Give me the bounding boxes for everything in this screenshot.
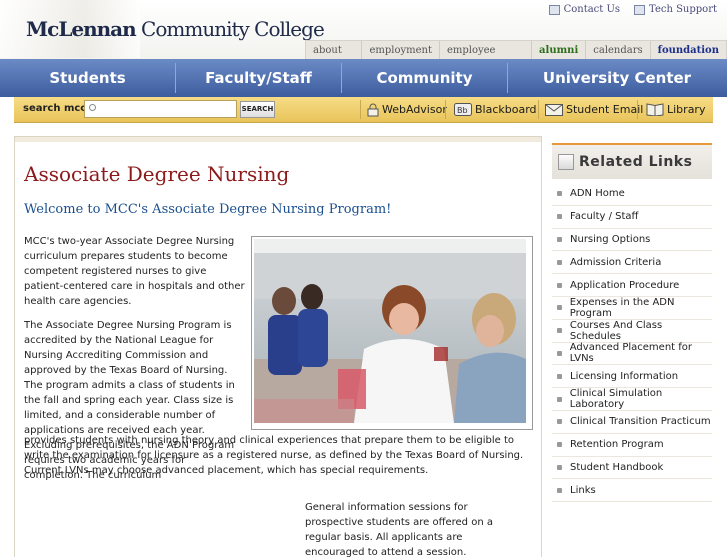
links-icon [558, 154, 574, 170]
related-link-licensing[interactable]: Licensing Information [552, 365, 712, 389]
main-nav-university-center[interactable]: University Center [508, 59, 726, 97]
content-top-border [15, 137, 541, 142]
nav-alumni[interactable]: alumni [532, 41, 587, 59]
nav-employment[interactable]: employment [362, 41, 440, 59]
bullet-icon [557, 214, 562, 220]
search-bar: search mcc: SEARCH WebAdvisor Bb Blackbo… [14, 97, 713, 123]
site-header: McLennan Community College Contact Us Te… [0, 0, 727, 71]
student-email-link[interactable]: Student Email [545, 97, 643, 122]
utility-links: Contact Us Tech Support [548, 4, 717, 15]
blackboard-link[interactable]: Bb Blackboard [454, 97, 537, 122]
page-title: Associate Degree Nursing [24, 162, 290, 186]
bullet-icon [557, 464, 562, 470]
main-nav-community[interactable]: Community [342, 59, 507, 97]
related-link-simulation-lab[interactable]: Clinical Simulation Laboratory [552, 388, 712, 411]
related-link-retention-program[interactable]: Retention Program [552, 434, 712, 457]
logo-text: McLennan Community College [26, 17, 325, 41]
related-link-links[interactable]: Links [552, 479, 712, 503]
bullet-icon [557, 419, 562, 425]
library-link[interactable]: Library [646, 97, 705, 122]
related-links-header: Related Links [552, 143, 712, 179]
nav-foundation[interactable]: foundation [651, 41, 726, 59]
search-button[interactable]: SEARCH [240, 101, 275, 118]
related-links-sidebar: Related Links ADN Home Faculty / Staff N… [552, 143, 712, 545]
search-icon [89, 104, 96, 111]
related-link-courses-schedules[interactable]: Courses And Class Schedules [552, 320, 712, 343]
bullet-icon [557, 442, 562, 448]
svg-text:Bb: Bb [457, 106, 468, 115]
related-link-faculty-staff[interactable]: Faculty / Staff [552, 206, 712, 229]
quick-divider [637, 100, 638, 119]
quick-divider [445, 100, 446, 119]
blackboard-icon: Bb [454, 103, 472, 116]
nursing-students-image [254, 239, 526, 423]
main-content: Associate Degree Nursing Welcome to MCC'… [14, 136, 542, 558]
bullet-icon [557, 396, 562, 402]
quick-divider [538, 100, 539, 119]
bullet-icon [557, 350, 562, 356]
bullet-icon [557, 328, 562, 334]
bullet-icon [557, 259, 562, 265]
related-links-title: Related Links [579, 154, 693, 170]
related-link-admission-criteria[interactable]: Admission Criteria [552, 251, 712, 275]
college-logo[interactable]: McLennan Community College [0, 0, 325, 60]
info-sessions-paragraph: General information sessions for prospec… [305, 502, 493, 558]
contact-us-link[interactable]: Contact Us [548, 4, 620, 15]
contact-icon [548, 4, 560, 15]
bullet-icon [557, 282, 562, 288]
search-input[interactable] [84, 100, 237, 118]
main-nav: Students Faculty/Staff Community Univers… [0, 59, 727, 97]
support-icon [634, 4, 646, 15]
main-nav-faculty-staff[interactable]: Faculty/Staff [176, 59, 341, 97]
bullet-icon [557, 236, 562, 242]
curriculum-paragraph: provides students with nursing theory an… [24, 435, 524, 476]
main-nav-students[interactable]: Students [0, 59, 175, 97]
related-link-nursing-options[interactable]: Nursing Options [552, 229, 712, 252]
webadvisor-link[interactable]: WebAdvisor [367, 97, 447, 122]
bullet-icon [557, 305, 562, 311]
related-link-student-handbook[interactable]: Student Handbook [552, 457, 712, 480]
nav-employee-directory[interactable]: employee directory [440, 41, 533, 71]
book-icon [646, 103, 664, 116]
bullet-icon [557, 487, 562, 493]
bullet-icon [557, 373, 562, 379]
search-label: search mcc: [23, 103, 91, 114]
lock-icon [367, 103, 379, 116]
tech-support-link[interactable]: Tech Support [634, 4, 717, 15]
related-links-list: ADN Home Faculty / Staff Nursing Options… [552, 183, 712, 503]
top-nav: about mcc employment employee directory … [305, 40, 727, 71]
quick-divider [360, 100, 361, 119]
related-link-application-procedure[interactable]: Application Procedure [552, 274, 712, 297]
bullet-icon [557, 191, 562, 197]
envelope-icon [545, 103, 563, 116]
nav-about-mcc[interactable]: about mcc [306, 41, 363, 71]
nav-calendars[interactable]: calendars [586, 41, 651, 59]
related-link-advanced-placement[interactable]: Advanced Placement for LVNs [552, 342, 712, 366]
related-link-transition-practicum[interactable]: Clinical Transition Practicum [552, 411, 712, 434]
related-link-expenses[interactable]: Expenses in the ADN Program [552, 297, 712, 320]
page-subtitle: Welcome to MCC's Associate Degree Nursin… [24, 202, 392, 217]
nursing-photo [251, 236, 533, 430]
related-link-adn-home[interactable]: ADN Home [552, 183, 712, 206]
intro-paragraph: MCC's two-year Associate Degree Nursing … [24, 236, 245, 307]
